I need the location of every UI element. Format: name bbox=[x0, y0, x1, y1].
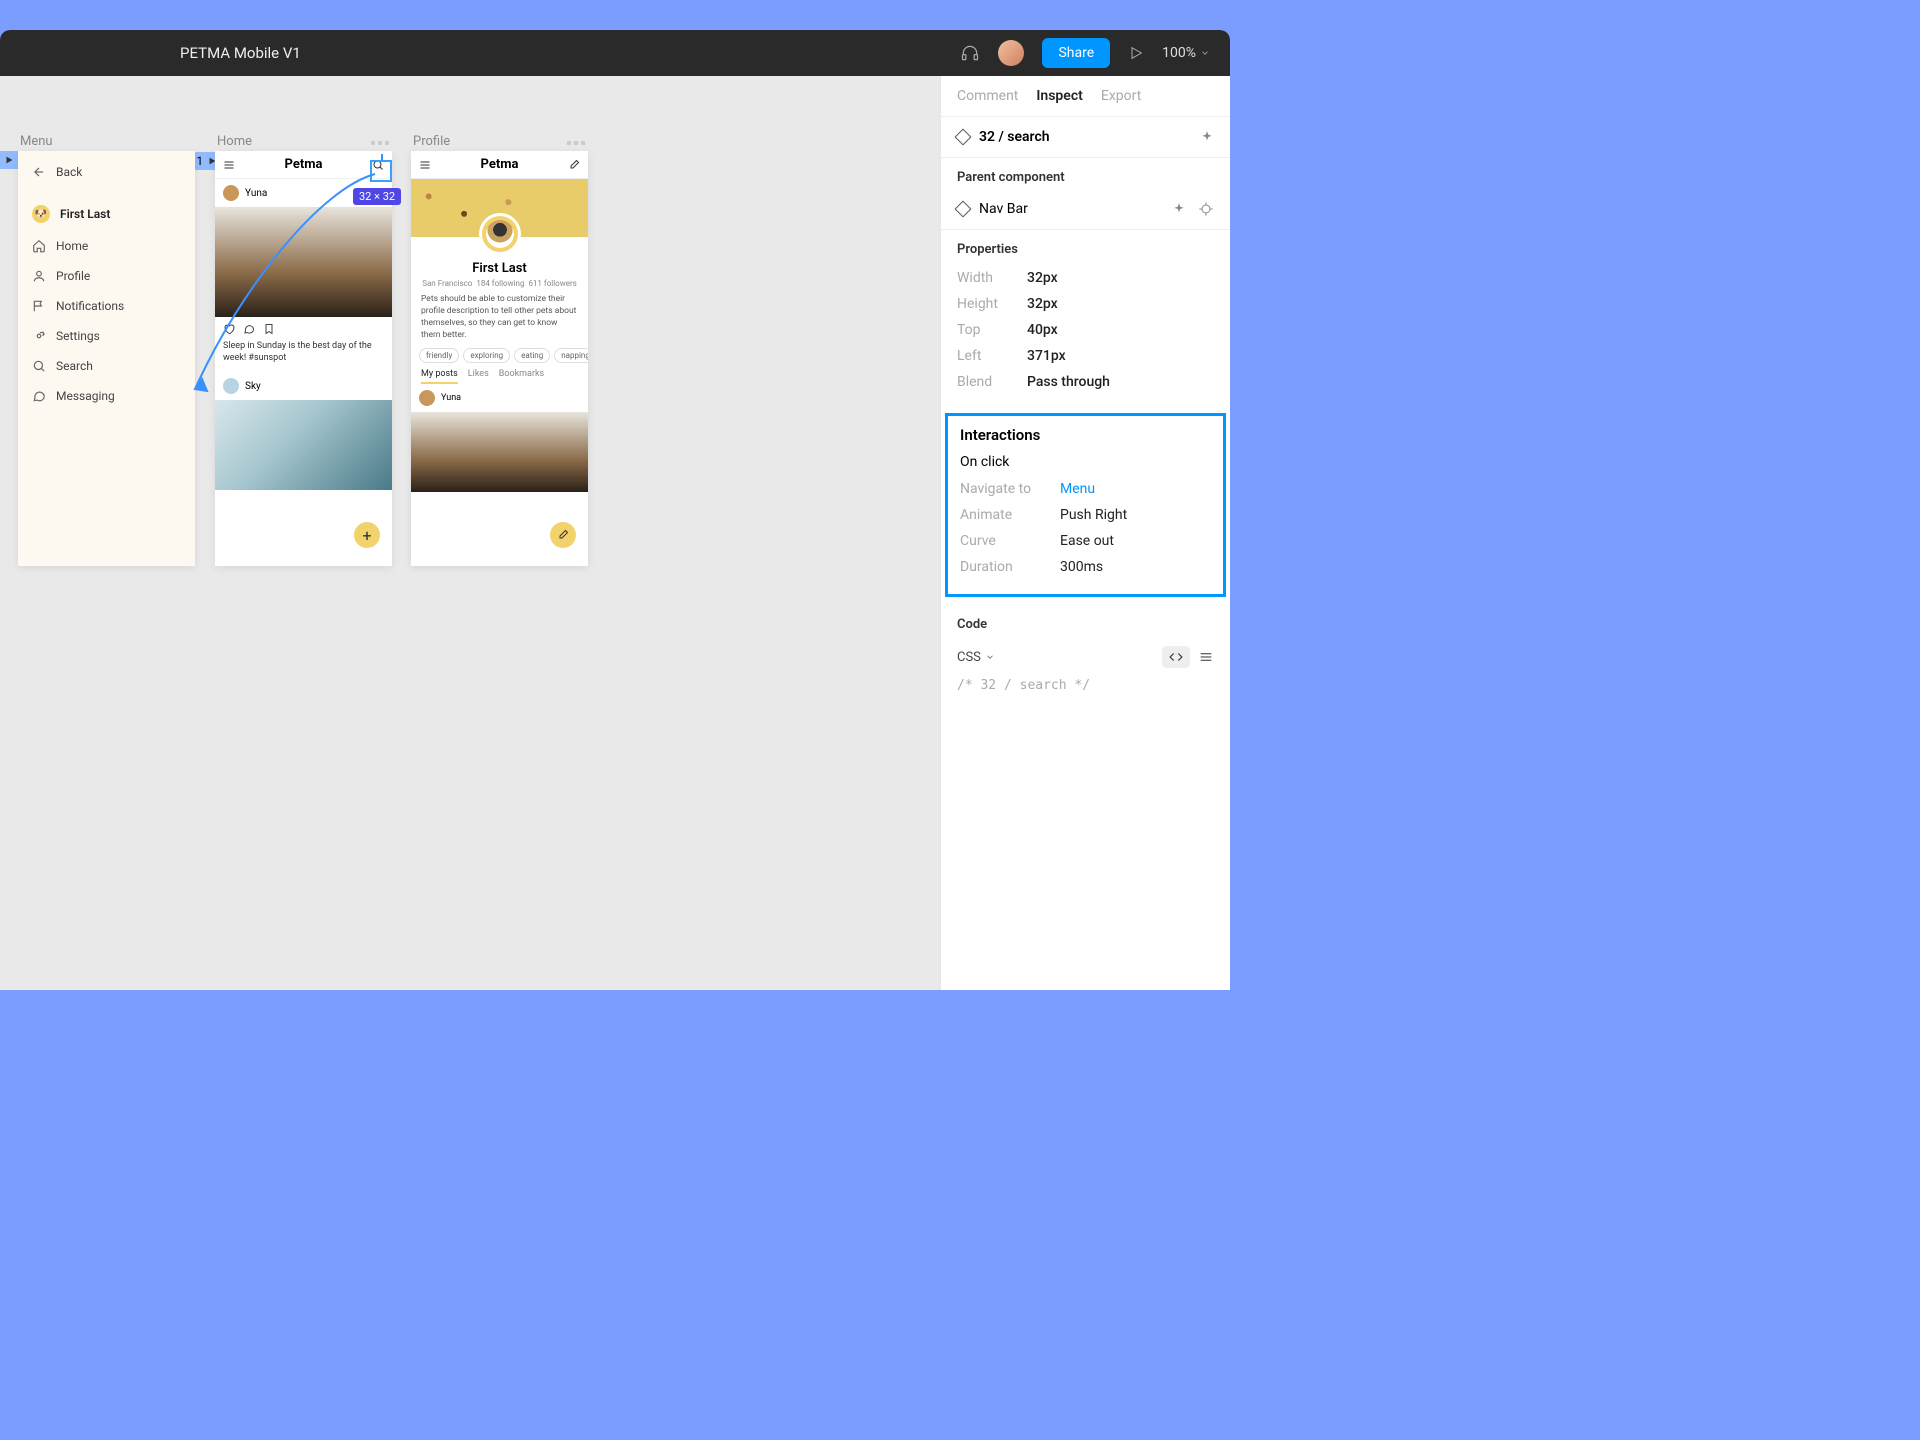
chat-icon bbox=[32, 389, 46, 403]
flow-play-icon[interactable] bbox=[0, 151, 18, 169]
selection-outline bbox=[370, 160, 392, 182]
menu-back[interactable]: Back bbox=[18, 151, 195, 187]
profile-bio: Pets should be able to customize their p… bbox=[411, 288, 588, 348]
hamburger-icon[interactable] bbox=[223, 159, 235, 171]
dimension-badge: 32 × 32 bbox=[353, 188, 401, 205]
menu-item-messaging[interactable]: Messaging bbox=[18, 381, 195, 411]
post-avatar bbox=[223, 378, 239, 394]
menu-item-settings[interactable]: Settings bbox=[18, 321, 195, 351]
chevron-down-icon bbox=[1200, 48, 1210, 58]
gear-icon bbox=[32, 329, 46, 343]
search-icon bbox=[32, 359, 46, 373]
post-username: Yuna bbox=[245, 188, 267, 199]
post-username: Yuna bbox=[441, 393, 461, 403]
frame-handle bbox=[371, 141, 389, 145]
parent-component-label: Parent component bbox=[941, 158, 1230, 189]
inspector-panel: Comment Inspect Export 32 / search Paren… bbox=[940, 76, 1230, 990]
project-title: PETMA Mobile V1 bbox=[180, 44, 301, 62]
code-snippet: /* 32 / search */ bbox=[941, 678, 1230, 703]
code-language-dropdown[interactable]: CSS bbox=[957, 650, 995, 665]
post-actions bbox=[215, 317, 392, 341]
tab-export[interactable]: Export bbox=[1101, 88, 1141, 104]
menu-item-search[interactable]: Search bbox=[18, 351, 195, 381]
arrow-left-icon bbox=[32, 165, 46, 179]
artboard-profile[interactable]: Petma First Last San Francisco 184 follo… bbox=[411, 151, 588, 566]
profile-avatar bbox=[479, 213, 521, 255]
fab-add[interactable]: + bbox=[354, 522, 380, 548]
bookmark-icon[interactable] bbox=[263, 323, 275, 335]
parent-name: Nav Bar bbox=[979, 201, 1028, 217]
frame-handle bbox=[567, 141, 585, 145]
app-logo: Petma bbox=[481, 157, 519, 172]
target-icon[interactable] bbox=[1198, 201, 1214, 217]
interactions-title: Interactions bbox=[960, 426, 1211, 444]
profile-tabs: My posts Likes Bookmarks bbox=[411, 363, 588, 384]
fab-edit[interactable] bbox=[550, 522, 576, 548]
profile-meta: San Francisco 184 following 611 follower… bbox=[411, 279, 588, 288]
comment-icon[interactable] bbox=[243, 323, 255, 335]
tag[interactable]: napping bbox=[554, 348, 588, 363]
profile-tags: friendly exploring eating napping fetch bbox=[411, 348, 588, 363]
flag-icon bbox=[32, 299, 46, 313]
list-icon[interactable] bbox=[1198, 649, 1214, 665]
present-icon[interactable] bbox=[1128, 45, 1144, 61]
app-logo: Petma bbox=[285, 157, 323, 172]
sparkle-icon[interactable] bbox=[1172, 202, 1186, 216]
post-caption: Sleep in Sunday is the best day of the w… bbox=[215, 341, 392, 372]
component-icon bbox=[955, 129, 972, 146]
headphones-icon[interactable] bbox=[960, 43, 980, 63]
artboard-label-profile[interactable]: Profile bbox=[413, 134, 450, 149]
interactions-section: Interactions On click Navigate toMenu An… bbox=[945, 413, 1226, 597]
inspector-tabs: Comment Inspect Export bbox=[941, 76, 1230, 117]
component-icon bbox=[955, 201, 972, 218]
heart-icon[interactable] bbox=[223, 323, 235, 335]
canvas[interactable]: Menu Flow 1 Back 🐶 First Last bbox=[0, 76, 940, 990]
artboard-home[interactable]: Petma Yuna Sleep in Sunday is the best d… bbox=[215, 151, 392, 566]
post-image bbox=[215, 400, 392, 490]
tab-comment[interactable]: Comment bbox=[957, 88, 1018, 104]
post-username: Sky bbox=[245, 381, 261, 392]
user-pet-icon: 🐶 bbox=[32, 205, 50, 223]
artboard-menu[interactable]: Back 🐶 First Last Home Profile Noti bbox=[18, 151, 195, 566]
artboard-label-menu[interactable]: Menu bbox=[20, 134, 53, 149]
artboard-label-home[interactable]: Home bbox=[217, 134, 252, 149]
tab-myposts[interactable]: My posts bbox=[421, 369, 458, 384]
navigate-target[interactable]: Menu bbox=[1060, 481, 1095, 497]
user-avatar[interactable] bbox=[998, 40, 1024, 66]
zoom-value: 100% bbox=[1162, 45, 1196, 61]
properties-list: Width32px Height32px Top40px Left371px B… bbox=[941, 261, 1230, 405]
menu-item-profile[interactable]: 🐶 First Last bbox=[18, 197, 195, 231]
interaction-trigger: On click bbox=[960, 454, 1211, 470]
tab-likes[interactable]: Likes bbox=[468, 369, 489, 384]
properties-label: Properties bbox=[941, 230, 1230, 261]
layer-name: 32 / search bbox=[979, 129, 1050, 145]
share-button[interactable]: Share bbox=[1042, 38, 1110, 68]
code-view-button[interactable] bbox=[1162, 646, 1190, 668]
hamburger-icon[interactable] bbox=[419, 159, 431, 171]
profile-name: First Last bbox=[411, 261, 588, 276]
tag[interactable]: exploring bbox=[463, 348, 510, 363]
chevron-down-icon bbox=[985, 652, 995, 662]
layer-row[interactable]: 32 / search bbox=[941, 117, 1230, 158]
post-image bbox=[411, 412, 588, 492]
tag[interactable]: eating bbox=[514, 348, 550, 363]
post-image bbox=[215, 207, 392, 317]
sparkle-icon[interactable] bbox=[1200, 130, 1214, 144]
zoom-control[interactable]: 100% bbox=[1162, 45, 1210, 61]
tab-inspect[interactable]: Inspect bbox=[1036, 88, 1082, 104]
tag[interactable]: friendly bbox=[419, 348, 459, 363]
post-avatar bbox=[419, 390, 435, 406]
parent-row[interactable]: Nav Bar bbox=[941, 189, 1230, 230]
menu-item-profile2[interactable]: Profile bbox=[18, 261, 195, 291]
tab-bookmarks[interactable]: Bookmarks bbox=[499, 369, 544, 384]
edit-icon[interactable] bbox=[568, 159, 580, 171]
code-label: Code bbox=[941, 605, 1230, 636]
menu-item-home[interactable]: Home bbox=[18, 231, 195, 261]
home-icon bbox=[32, 239, 46, 253]
menu-item-notifications[interactable]: Notifications bbox=[18, 291, 195, 321]
post-avatar bbox=[223, 185, 239, 201]
user-icon bbox=[32, 269, 46, 283]
app-window: PETMA Mobile V1 Share 100% Menu Flow 1 bbox=[0, 30, 1230, 990]
topbar: PETMA Mobile V1 Share 100% bbox=[0, 30, 1230, 76]
